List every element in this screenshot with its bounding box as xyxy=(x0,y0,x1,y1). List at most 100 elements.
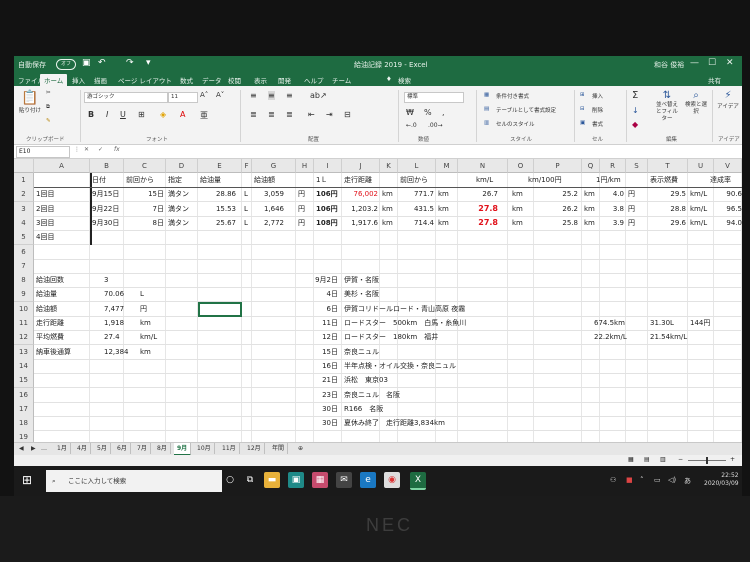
increase-decimal-icon[interactable]: ←.0 xyxy=(406,122,417,129)
tab-developer[interactable]: 開発 xyxy=(278,75,291,85)
selected-cell-cursor[interactable] xyxy=(198,301,242,317)
column-header[interactable]: T xyxy=(648,159,688,173)
tray-app-icon[interactable]: ■ xyxy=(626,476,633,484)
cond-format-button[interactable]: 条件付き書式 xyxy=(496,92,529,100)
percent-icon[interactable]: % xyxy=(424,108,432,117)
comma-icon[interactable]: , xyxy=(442,108,445,117)
row-header[interactable]: 13 xyxy=(14,344,34,360)
number-format-select[interactable]: 標準 xyxy=(404,92,464,103)
cond-format-icon[interactable]: ▦ xyxy=(484,92,489,98)
format-cells-icon[interactable]: ▣ xyxy=(580,120,585,126)
page-break-view-icon[interactable]: ▥ xyxy=(660,456,666,463)
row-header[interactable]: 19 xyxy=(14,430,34,442)
currency-icon[interactable]: ₩ xyxy=(406,108,414,117)
zoom-slider-thumb[interactable] xyxy=(706,457,708,464)
row-header[interactable]: 6 xyxy=(14,244,34,260)
save-icon[interactable]: ▣ xyxy=(82,58,91,68)
share-button[interactable]: 共有 xyxy=(708,75,721,85)
column-header[interactable]: Q xyxy=(582,159,600,173)
tab-help[interactable]: ヘルプ xyxy=(304,75,324,85)
decrease-decimal-icon[interactable]: .00→ xyxy=(428,122,443,129)
align-bottom-icon[interactable]: ≡ xyxy=(286,91,293,100)
normal-view-icon[interactable]: ▦ xyxy=(628,456,634,463)
sheet-tab[interactable]: 年間 xyxy=(269,443,289,454)
table-format-button[interactable]: テーブルとして書式設定 xyxy=(496,106,556,114)
column-header[interactable]: O xyxy=(508,159,534,173)
orientation-icon[interactable]: ab↗ xyxy=(310,91,327,100)
select-all-corner[interactable] xyxy=(14,159,34,173)
tab-data[interactable]: データ xyxy=(202,75,222,85)
row-header[interactable]: 1 xyxy=(14,173,34,188)
copy-icon[interactable]: ⧉ xyxy=(46,104,50,111)
row-header[interactable]: 11 xyxy=(14,316,34,331)
indent-decrease-icon[interactable]: ⇤ xyxy=(308,110,315,119)
tab-draw[interactable]: 描画 xyxy=(94,75,107,85)
italic-icon[interactable]: I xyxy=(106,110,108,119)
tell-me-search[interactable]: 検索 xyxy=(398,75,411,85)
sheet-tab[interactable]: 6月 xyxy=(114,443,131,454)
insert-function-icon[interactable]: fx xyxy=(114,146,120,153)
column-header[interactable]: M xyxy=(436,159,458,173)
row-header[interactable]: 4 xyxy=(14,215,34,231)
delete-cells-button[interactable]: 削除 xyxy=(592,106,603,114)
tab-team[interactable]: チーム xyxy=(332,75,351,85)
bold-icon[interactable]: B xyxy=(88,110,94,119)
insert-cells-icon[interactable]: ⊞ xyxy=(580,92,585,98)
row-header[interactable]: 3 xyxy=(14,201,34,217)
undo-icon[interactable]: ↶ xyxy=(98,58,106,68)
network-icon[interactable]: ▭ xyxy=(654,476,661,484)
row-header[interactable]: 8 xyxy=(14,273,34,289)
font-size-select[interactable]: 11 xyxy=(168,92,198,103)
cell-style-icon[interactable]: ▥ xyxy=(484,120,489,126)
volume-icon[interactable]: ◁) xyxy=(668,476,676,484)
column-header[interactable]: B xyxy=(90,159,124,173)
tab-review[interactable]: 校閲 xyxy=(228,75,241,85)
paste-button[interactable]: 📋 貼り付け xyxy=(18,90,42,114)
zoom-in-icon[interactable]: + xyxy=(730,456,735,463)
minimize-icon[interactable]: — xyxy=(690,58,699,68)
add-sheet-icon[interactable]: ⊕ xyxy=(295,443,306,454)
sheet-tab[interactable]: 11月 xyxy=(219,443,240,454)
edge-icon[interactable]: e xyxy=(360,472,376,488)
column-header[interactable]: D xyxy=(166,159,198,173)
sheet-tab[interactable]: 10月 xyxy=(194,443,215,454)
column-header[interactable]: U xyxy=(688,159,714,173)
column-header[interactable]: E xyxy=(198,159,242,173)
row-header[interactable]: 16 xyxy=(14,387,34,403)
fill-icon[interactable]: ↓ xyxy=(632,106,639,115)
column-header[interactable]: J xyxy=(342,159,380,173)
sheet-tab[interactable]: 1月 xyxy=(54,443,71,454)
merge-center-icon[interactable]: ⊟ xyxy=(344,110,351,119)
worksheet-grid[interactable]: A B C D E F G H I J K L M N O P Q R S T U V 1 2 3 4 5 6 7 8 9 10 11 12 13 1… xyxy=(14,159,742,442)
format-painter-icon[interactable]: ✎ xyxy=(46,118,51,124)
tab-insert[interactable]: 挿入 xyxy=(72,75,85,85)
ime-icon[interactable]: あ xyxy=(684,476,691,486)
row-header[interactable]: 10 xyxy=(14,301,34,317)
user-name[interactable]: 和谷 俊裕 xyxy=(654,60,684,70)
phonetic-icon[interactable]: 亜 xyxy=(200,110,208,121)
close-icon[interactable]: ✕ xyxy=(726,58,734,68)
zoom-out-icon[interactable]: − xyxy=(678,456,683,463)
ideas-button[interactable]: ⚡ アイデア xyxy=(716,90,740,110)
tab-page-layout[interactable]: ページ レイアウト xyxy=(118,75,172,85)
taskbar-search[interactable]: ⌕ ここに入力して検索 xyxy=(46,470,222,492)
grow-font-icon[interactable]: A˄ xyxy=(200,91,208,99)
column-header[interactable]: K xyxy=(380,159,398,173)
delete-cells-icon[interactable]: ⊟ xyxy=(580,106,585,112)
sheet-tab[interactable]: 12月 xyxy=(244,443,265,454)
insert-cells-button[interactable]: 挿入 xyxy=(592,92,603,100)
find-select-button[interactable]: ⌕ 検索と選択 xyxy=(684,90,708,116)
sheet-tab[interactable]: 7月 xyxy=(134,443,151,454)
tab-formulas[interactable]: 数式 xyxy=(180,75,193,85)
shrink-font-icon[interactable]: A˅ xyxy=(216,91,224,99)
autosum-icon[interactable]: Σ xyxy=(632,90,638,101)
page-layout-view-icon[interactable]: ▤ xyxy=(644,456,650,463)
column-header[interactable]: N xyxy=(458,159,508,173)
indent-increase-icon[interactable]: ⇥ xyxy=(326,110,333,119)
redo-icon[interactable]: ↷ xyxy=(126,58,134,68)
chrome-icon[interactable]: ◉ xyxy=(384,472,400,488)
maximize-icon[interactable]: ☐ xyxy=(708,58,716,68)
sheet-tab[interactable]: 5月 xyxy=(94,443,111,454)
font-color-icon[interactable]: A xyxy=(180,110,185,119)
format-cells-button[interactable]: 書式 xyxy=(592,120,603,128)
